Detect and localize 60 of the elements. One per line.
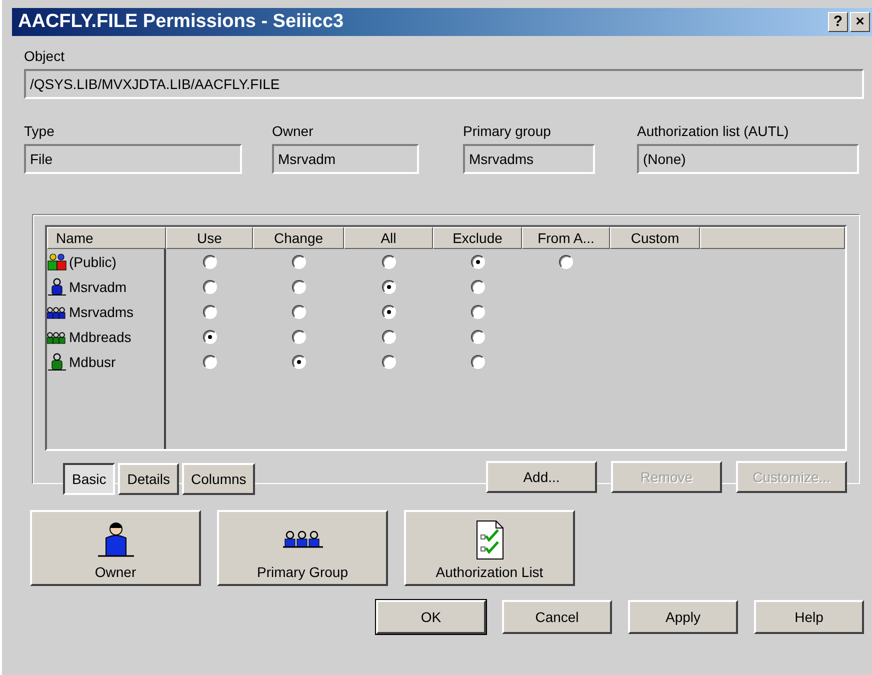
icon-button[interactable]: Authorization List — [404, 510, 575, 586]
radio-button[interactable] — [202, 330, 216, 344]
text-field[interactable]: Msrvadm — [272, 144, 419, 174]
radio-button[interactable] — [470, 354, 484, 368]
radio-button[interactable] — [559, 254, 573, 268]
radio-button[interactable] — [202, 354, 216, 368]
field-label: Owner — [272, 123, 314, 141]
radio-button[interactable] — [470, 254, 484, 268]
radio-button[interactable] — [292, 254, 306, 268]
icon-button[interactable]: Primary Group — [217, 510, 388, 586]
list-item[interactable]: (Public) — [47, 249, 116, 274]
radio-button[interactable] — [470, 330, 484, 344]
radio-button[interactable] — [292, 304, 306, 318]
dialog-button[interactable]: OK — [376, 600, 486, 634]
list-item[interactable]: Msrvadms — [47, 299, 134, 324]
group-icon — [282, 530, 322, 550]
dialog-button[interactable]: Help — [754, 600, 864, 634]
radio-button[interactable] — [382, 304, 396, 318]
text-field[interactable]: Msrvadms — [463, 144, 595, 174]
radio-button[interactable] — [382, 280, 396, 294]
field-label: Type — [24, 123, 56, 141]
column-header[interactable]: All — [344, 227, 433, 249]
radio-button[interactable] — [382, 254, 396, 268]
radio-button[interactable] — [292, 330, 306, 344]
field-label: Object — [24, 48, 66, 66]
column-header[interactable]: Use — [166, 227, 253, 249]
view-tab[interactable]: Basic — [63, 463, 116, 495]
field-label: Authorization list (AUTL) — [637, 123, 790, 141]
text-field[interactable]: (None) — [637, 144, 859, 174]
view-tab[interactable]: Details — [118, 463, 180, 495]
list-item[interactable]: Msrvadm — [47, 274, 127, 299]
radio-button[interactable] — [470, 280, 484, 294]
column-header[interactable]: Exclude — [433, 227, 522, 249]
list-item[interactable]: Mdbreads — [47, 324, 132, 349]
radio-button[interactable] — [382, 330, 396, 344]
column-header[interactable]: Name — [47, 227, 166, 249]
view-tab[interactable]: Columns — [182, 463, 256, 495]
close-button[interactable]: × — [850, 12, 870, 32]
list-item[interactable]: Mdbusr — [47, 349, 116, 374]
field-label: Primary group — [463, 123, 552, 141]
column-header[interactable]: From A... — [522, 227, 610, 249]
column-header[interactable]: Custom — [610, 227, 700, 249]
icon-button[interactable]: Owner — [30, 510, 201, 586]
help-button[interactable]: ? — [828, 12, 848, 32]
list-button[interactable]: Add... — [486, 461, 597, 493]
dialog-button[interactable]: Cancel — [502, 600, 612, 634]
radio-button[interactable] — [292, 280, 306, 294]
radio-button[interactable] — [202, 254, 216, 268]
people-icon — [47, 252, 67, 270]
person-icon — [96, 520, 136, 560]
text-field[interactable]: File — [24, 144, 242, 174]
radio-button[interactable] — [382, 354, 396, 368]
radio-button[interactable] — [292, 354, 306, 368]
dialog-button[interactable]: Apply — [628, 600, 738, 634]
column-header[interactable]: Change — [253, 227, 344, 249]
radio-button[interactable] — [470, 304, 484, 318]
window-title: AACFLY.FILE Permissions - Seiiicc3 — [17, 11, 344, 33]
object-field[interactable]: /QSYS.LIB/MVXJDTA.LIB/AACFLY.FILE — [24, 69, 864, 99]
radio-button[interactable] — [202, 280, 216, 294]
radio-button[interactable] — [202, 304, 216, 318]
